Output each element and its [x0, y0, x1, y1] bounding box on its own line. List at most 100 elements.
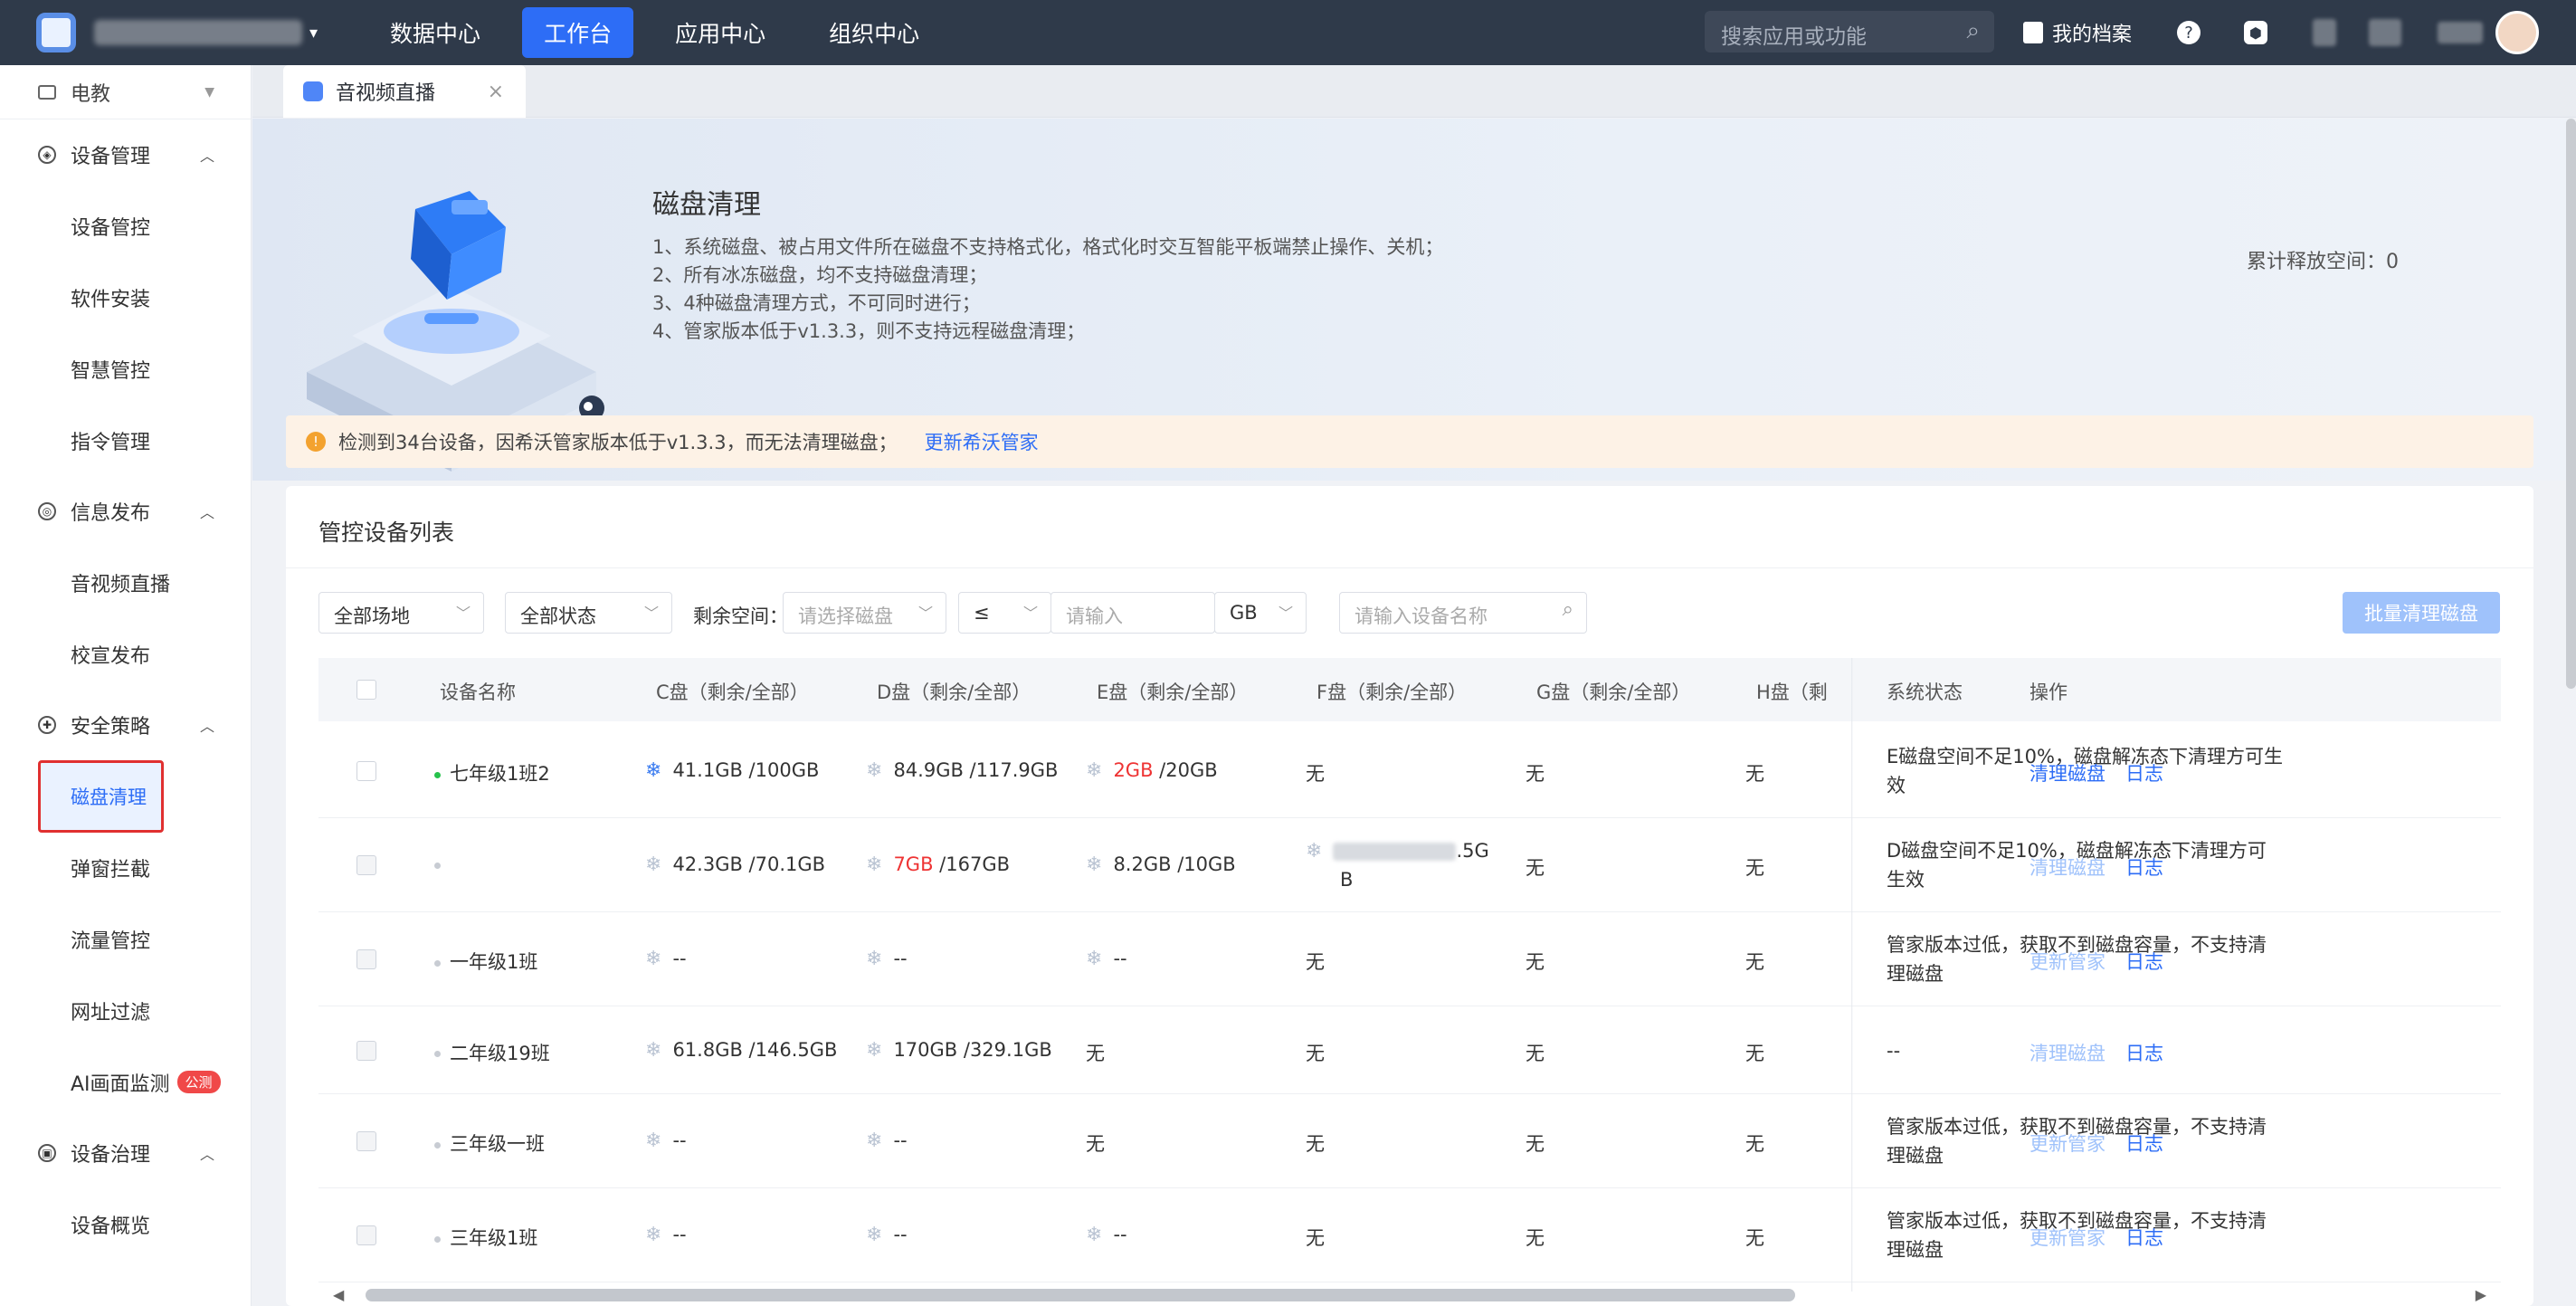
operator-select[interactable]: ≤ ﹀	[958, 592, 1051, 634]
row-checkbox[interactable]	[356, 855, 376, 875]
vertical-scrollbar[interactable]	[2566, 119, 2576, 689]
profile-icon	[2023, 22, 2043, 43]
col-system-status: 系统状态	[1887, 682, 1963, 703]
chevron-up-icon: ︿	[199, 148, 214, 165]
sidebar-item-device-overview[interactable]: 设备概览	[0, 1188, 251, 1260]
update-manager-button[interactable]: 更新管家	[2029, 951, 2105, 973]
sidebar-item-ai-monitor[interactable]: AI画面监测 公测	[0, 1046, 251, 1118]
row-actions: 清理磁盘 日志	[2029, 1039, 2163, 1066]
user-avatar[interactable]	[2495, 11, 2540, 54]
close-icon[interactable]: ×	[488, 81, 504, 103]
clean-disk-button[interactable]: 清理磁盘	[2029, 763, 2105, 785]
nav-workbench[interactable]: 工作台	[522, 7, 634, 58]
col-c-drive[interactable]: C盘（剩余/全部）	[656, 678, 809, 705]
main-nav: 数据中心 工作台 应用中心 组织中心	[368, 7, 941, 58]
settings-icon[interactable]: ⬢	[2244, 21, 2268, 44]
device-list-panel: 管控设备列表 全部场地 ﹀ 全部状态 ﹀ 剩余空间： 请选择磁盘 ﹀ ≤ ﹀ 请输入 G…	[286, 486, 2533, 1306]
log-button[interactable]: 日志	[2125, 1133, 2163, 1155]
e-drive-value: 无	[1086, 1042, 1105, 1064]
nav-app-center[interactable]: 应用中心	[653, 7, 787, 58]
log-button[interactable]: 日志	[2125, 1043, 2163, 1064]
table-row: 三年级1班 ❄ -- ❄ -- ❄ -- 无无无管家版本过低，获取不到磁盘容量，不支持清理磁盘…	[318, 1188, 2501, 1282]
device-name-search[interactable]: 请输入设备名称 ⌕	[1339, 592, 1587, 634]
nav-data-center[interactable]: 数据中心	[368, 7, 502, 58]
school-dropdown-icon[interactable]: ▾	[309, 24, 318, 43]
status-select[interactable]: 全部状态 ﹀	[505, 592, 672, 634]
sidebar-item-url-filter[interactable]: 网址过滤	[0, 975, 251, 1046]
app-logo[interactable]	[36, 13, 76, 52]
c-drive-cell: ❄ 41.1GB /100GB	[645, 759, 819, 782]
sidebar-item-disk-cleanup[interactable]: 磁盘清理	[38, 760, 164, 833]
scroll-left-icon[interactable]: ◀	[333, 1286, 344, 1303]
notification-icon[interactable]	[2313, 19, 2337, 46]
batch-clean-button[interactable]: 批量清理磁盘	[2343, 592, 2500, 634]
select-all-checkbox[interactable]	[356, 680, 376, 700]
row-checkbox[interactable]	[356, 1131, 376, 1151]
sidebar-item-popup-block[interactable]: 弹窗拦截	[0, 832, 251, 903]
update-manager-button[interactable]: 更新管家	[2029, 1227, 2105, 1249]
table-row: 一年级1班 ❄ -- ❄ -- ❄ -- 无无无管家版本过低，获取不到磁盘容量，不支持清理磁盘…	[318, 912, 2501, 1006]
col-h-drive[interactable]: H盘（剩	[1756, 678, 1828, 705]
col-g-drive[interactable]: G盘（剩余/全部）	[1536, 678, 1690, 705]
clean-disk-button[interactable]: 清理磁盘	[2029, 857, 2105, 879]
group-device-management[interactable]: ◈ 设备管理 ︿	[0, 119, 251, 190]
sidebar-item-campus-publish[interactable]: 校宣发布	[0, 618, 251, 690]
d-drive-value: --	[893, 1130, 908, 1151]
unit-select[interactable]: GB ﹀	[1214, 592, 1307, 634]
table-row: ❄ 42.3GB /70.1GB ❄ 7GB /167GB ❄ 8.2GB /10GB ❄.…	[318, 818, 2501, 912]
log-button[interactable]: 日志	[2125, 951, 2163, 973]
site-select[interactable]: 全部场地 ﹀	[318, 592, 484, 634]
e-drive-cell: ❄ --	[1086, 948, 1127, 970]
group-title: 安全策略	[71, 716, 151, 739]
d-drive-total: /167GB	[933, 853, 1010, 875]
update-manager-link[interactable]: 更新希沃管家	[925, 428, 1039, 455]
sidebar-item-av-live[interactable]: 音视频直播	[0, 547, 251, 618]
c-drive-cell: ❄ --	[645, 1130, 687, 1152]
row-checkbox[interactable]	[356, 761, 376, 781]
search-icon[interactable]: ⌕	[1966, 17, 1980, 45]
log-button[interactable]: 日志	[2125, 857, 2163, 879]
group-device-governance[interactable]: ▣ 设备治理 ︿	[0, 1118, 251, 1188]
user-name-blurred[interactable]	[2438, 22, 2484, 43]
log-button[interactable]: 日志	[2125, 763, 2163, 785]
governance-icon: ▣	[38, 1144, 56, 1162]
clean-disk-button[interactable]: 清理磁盘	[2029, 1043, 2105, 1064]
scrollbar-thumb[interactable]	[366, 1289, 1795, 1301]
horizontal-scrollbar[interactable]: ◀ ▶	[318, 1286, 2501, 1304]
row-checkbox[interactable]	[356, 1225, 376, 1245]
my-profile-link[interactable]: 我的档案	[2052, 18, 2132, 47]
disk-select[interactable]: 请选择磁盘 ﹀	[783, 592, 946, 634]
row-checkbox[interactable]	[356, 949, 376, 969]
tab-bar: 音视频直播 ×	[252, 65, 2576, 118]
user-info-blurred[interactable]	[2369, 19, 2402, 46]
group-info-publish[interactable]: ◎ 信息发布 ︿	[0, 476, 251, 547]
scroll-right-icon[interactable]: ▶	[2476, 1286, 2486, 1303]
update-manager-button[interactable]: 更新管家	[2029, 1133, 2105, 1155]
table-row: 二年级19班 ❄ 61.8GB /146.5GB ❄ 170GB /329.1GB 无 无 无…	[318, 1006, 2501, 1094]
space-value-input[interactable]: 请输入	[1050, 592, 1215, 634]
col-f-drive[interactable]: F盘（剩余/全部）	[1317, 678, 1467, 705]
app-search-input[interactable]: 搜索应用或功能 ⌕	[1705, 11, 1994, 52]
f-drive-value: 无	[1306, 1133, 1325, 1155]
snowflake-icon: ❄	[1306, 840, 1323, 863]
disk-placeholder: 请选择磁盘	[798, 605, 893, 627]
row-checkbox[interactable]	[356, 1040, 376, 1061]
school-selector[interactable]: 电教 ▼	[0, 65, 251, 119]
col-e-drive[interactable]: E盘（剩余/全部）	[1097, 678, 1248, 705]
group-security-policy[interactable]: ✚ 安全策略 ︿	[0, 690, 251, 760]
col-d-drive[interactable]: D盘（剩余/全部）	[877, 678, 1031, 705]
help-icon[interactable]: ?	[2177, 21, 2201, 44]
tab-av-live[interactable]: 音视频直播 ×	[283, 65, 526, 118]
school-name-blurred[interactable]	[94, 20, 302, 45]
h-drive-value: 无	[1745, 857, 1764, 879]
sidebar-item-smart-control[interactable]: 智慧管控	[0, 333, 251, 405]
sidebar-item-device-control[interactable]: 设备管控	[0, 190, 251, 262]
log-button[interactable]: 日志	[2125, 1227, 2163, 1249]
school-label: 电教	[71, 82, 111, 106]
operator-value: ≤	[974, 602, 990, 624]
sidebar-item-command-management[interactable]: 指令管理	[0, 405, 251, 476]
sidebar-item-traffic-control[interactable]: 流量管控	[0, 903, 251, 975]
sidebar-item-software-install[interactable]: 软件安装	[0, 262, 251, 333]
col-device-name[interactable]: 设备名称	[440, 678, 516, 705]
nav-org-center[interactable]: 组织中心	[807, 7, 941, 58]
